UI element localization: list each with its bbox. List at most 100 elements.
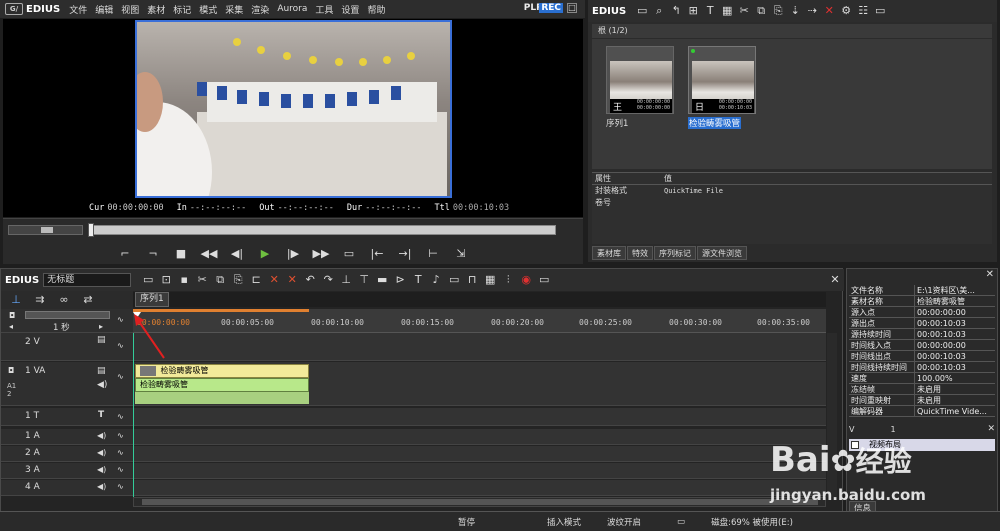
redo-icon[interactable]: ↷ bbox=[321, 273, 335, 287]
copy-icon[interactable]: ⧉ bbox=[754, 4, 768, 18]
track-lane-1a[interactable] bbox=[133, 429, 826, 445]
waveform-icon[interactable]: ∿ bbox=[117, 431, 124, 440]
render-icon[interactable]: ▭ bbox=[447, 273, 461, 287]
paste-icon[interactable]: ⎘ bbox=[231, 273, 245, 287]
player-icon[interactable]: ⇣ bbox=[788, 4, 802, 18]
layout-icon[interactable]: ▭ bbox=[873, 4, 887, 18]
track-lane-1t[interactable] bbox=[133, 408, 826, 426]
track-lane-2a[interactable] bbox=[133, 446, 826, 462]
delete-icon[interactable]: ✕ bbox=[822, 4, 836, 18]
tab-bin[interactable]: 素材库 bbox=[592, 246, 626, 260]
tab-sequence1[interactable]: 序列1 bbox=[135, 292, 169, 307]
waveform-icon[interactable]: ∿ bbox=[117, 482, 124, 491]
step-back-icon[interactable]: ◀| bbox=[228, 247, 246, 260]
set-out-icon[interactable]: ¬ bbox=[144, 247, 162, 260]
step-forward-icon[interactable]: |▶ bbox=[284, 247, 302, 260]
sync-lock-icon[interactable]: ⊥ bbox=[339, 273, 353, 287]
track-patch[interactable]: A1 2 bbox=[7, 382, 16, 398]
track-header-3a[interactable]: 3 A ◀) ∿ bbox=[1, 463, 133, 479]
track-header-1t[interactable]: 1 T T ∿ bbox=[1, 408, 133, 426]
ripple-mode[interactable]: 波纹开启 bbox=[607, 516, 641, 528]
track-header-2v[interactable]: 2 V ▤ ∿ bbox=[1, 333, 133, 361]
track-lock-icon[interactable]: ◘ bbox=[8, 366, 14, 375]
track-lane-3a[interactable] bbox=[133, 463, 826, 479]
waveform-icon[interactable]: ∿ bbox=[117, 412, 124, 421]
recorder-icon[interactable]: ⇢ bbox=[805, 4, 819, 18]
play-icon[interactable]: ▶ bbox=[256, 247, 274, 260]
copy-icon[interactable]: ⧉ bbox=[213, 273, 227, 287]
track-move-icon[interactable]: ⇉ bbox=[33, 293, 47, 307]
video-track-icon[interactable]: ▤ bbox=[97, 335, 106, 345]
menu-file[interactable]: 文件 bbox=[65, 3, 91, 16]
view-icon[interactable]: ☷ bbox=[856, 4, 870, 18]
speaker-icon[interactable]: ◀) bbox=[97, 448, 106, 457]
insert-icon[interactable]: |← bbox=[368, 247, 386, 260]
info-close-icon[interactable]: ✕ bbox=[986, 269, 994, 280]
bin-clip-sequence[interactable]: 王 00:00:00:00 00:00:00:00 bbox=[606, 46, 674, 114]
fast-forward-icon[interactable]: ▶▶ bbox=[312, 247, 330, 260]
bin-folder-bar[interactable]: 根 (1/2) bbox=[592, 24, 992, 38]
export-icon[interactable]: ⇲ bbox=[452, 247, 470, 260]
match-frame-icon[interactable]: ⊢ bbox=[424, 247, 442, 260]
effect-delete-icon[interactable]: ✕ bbox=[987, 424, 995, 434]
position-bar[interactable] bbox=[88, 223, 556, 237]
speaker-icon[interactable]: ◀) bbox=[97, 465, 106, 474]
marker-icon[interactable]: ⊓ bbox=[465, 273, 479, 287]
menu-marker[interactable]: 标记 bbox=[169, 3, 195, 16]
tab-sequence-markers[interactable]: 序列标记 bbox=[654, 246, 696, 260]
layout-icon[interactable]: ▭ bbox=[537, 273, 551, 287]
window-maximize-icon[interactable]: □ bbox=[567, 3, 577, 13]
properties-icon[interactable]: ⚙ bbox=[839, 4, 853, 18]
menu-view[interactable]: 视图 bbox=[117, 3, 143, 16]
insert-mode[interactable]: 插入模式 bbox=[547, 516, 581, 528]
menu-render[interactable]: 渲染 bbox=[247, 3, 273, 16]
bin-clip-video[interactable]: 日 00:00:00:00 00:00:10:03 bbox=[688, 46, 756, 114]
new-sequence-icon[interactable]: ▭ bbox=[141, 273, 155, 287]
color-bars-icon[interactable]: ▦ bbox=[720, 4, 734, 18]
cut-icon[interactable]: ✂ bbox=[737, 4, 751, 18]
menu-help[interactable]: 帮助 bbox=[363, 3, 389, 16]
timeline-hscrollbar[interactable] bbox=[133, 497, 826, 507]
timeline-video-clip[interactable]: 检验畴雾吸管 bbox=[135, 364, 309, 378]
timeline-audio-clip[interactable]: 检验畴雾吸管 bbox=[135, 378, 309, 392]
shuttle-handle[interactable] bbox=[41, 227, 53, 233]
speaker-icon[interactable]: ◀) bbox=[97, 482, 106, 491]
save-icon[interactable]: ▪ bbox=[177, 273, 191, 287]
record-icon[interactable]: ◉ bbox=[519, 273, 533, 287]
ripple-icon[interactable]: ⊤ bbox=[357, 273, 371, 287]
multicam-icon[interactable]: ▦ bbox=[483, 273, 497, 287]
shuttle-slider[interactable] bbox=[8, 225, 83, 235]
track-link-icon[interactable]: ∞ bbox=[57, 293, 71, 307]
track-sync-icon[interactable]: ⇄ bbox=[81, 293, 95, 307]
tab-effects[interactable]: 特效 bbox=[627, 246, 653, 260]
menu-tools[interactable]: 工具 bbox=[311, 3, 337, 16]
mixer-icon[interactable]: ⫶ bbox=[501, 273, 515, 287]
folder-icon[interactable]: ▭ bbox=[635, 4, 649, 18]
menu-edit[interactable]: 编辑 bbox=[91, 3, 117, 16]
search-icon[interactable]: ⌕ bbox=[652, 4, 666, 18]
mode-icon[interactable]: ⊳ bbox=[393, 273, 407, 287]
menu-clip[interactable]: 素材 bbox=[143, 3, 169, 16]
waveform-icon[interactable]: ∿ bbox=[117, 448, 124, 457]
track-header-2a[interactable]: 2 A ◀) ∿ bbox=[1, 446, 133, 462]
add-clip-icon[interactable]: ⊞ bbox=[686, 4, 700, 18]
zoom-next-icon[interactable]: ▸ bbox=[99, 322, 103, 331]
up-folder-icon[interactable]: ↰ bbox=[669, 4, 683, 18]
tab-source-browser[interactable]: 源文件浏览 bbox=[697, 246, 747, 260]
menu-aurora[interactable]: Aurora bbox=[273, 4, 311, 14]
project-name-field[interactable]: 无标题 bbox=[43, 273, 132, 287]
paste-icon[interactable]: ⎘ bbox=[771, 4, 785, 18]
position-handle[interactable] bbox=[88, 223, 94, 237]
waveform-icon[interactable]: ∿ bbox=[117, 465, 124, 474]
ruler-lock-icon[interactable]: ◘ bbox=[9, 311, 15, 320]
voice-over-icon[interactable]: ♪ bbox=[429, 273, 443, 287]
zoom-prev-icon[interactable]: ◂ bbox=[9, 322, 13, 331]
replace-icon[interactable]: ⊏ bbox=[249, 273, 263, 287]
undo-icon[interactable]: ↶ bbox=[303, 273, 317, 287]
track-header-1va[interactable]: ◘ 1 VA A1 2 ▤ ◀) ∿ bbox=[1, 362, 133, 406]
track-add-icon[interactable]: ⊥ bbox=[9, 293, 23, 307]
track-lane-2v[interactable] bbox=[133, 333, 826, 361]
hscroll-thumb[interactable] bbox=[142, 499, 818, 505]
track-header-4a[interactable]: 4 A ◀) ∿ bbox=[1, 480, 133, 496]
title-track-icon[interactable]: T bbox=[98, 410, 104, 420]
